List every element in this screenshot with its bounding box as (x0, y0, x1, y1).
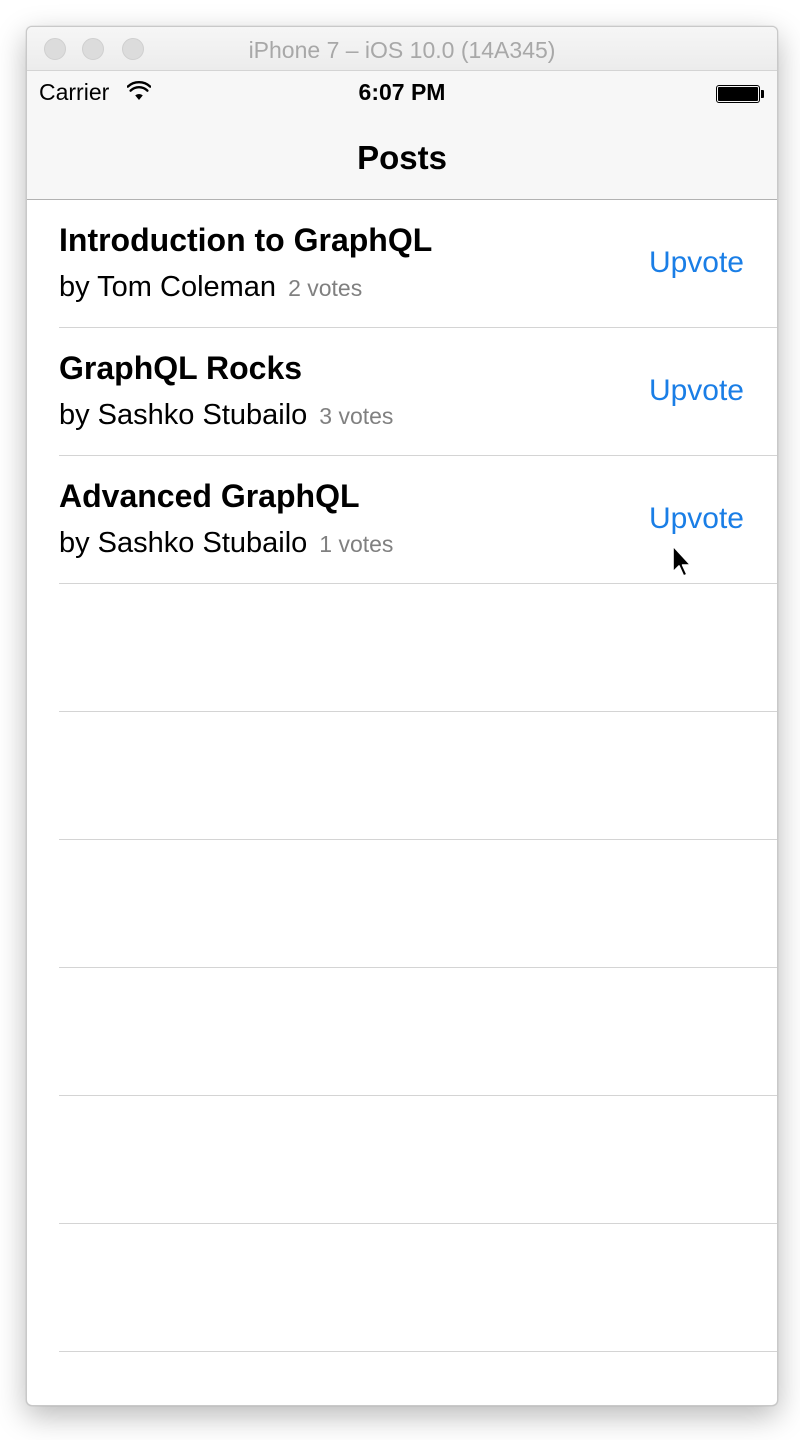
upvote-button[interactable]: Upvote (649, 374, 744, 408)
battery-icon (716, 85, 760, 103)
post-author: by Tom Coleman (59, 271, 277, 303)
post-meta: by Sashko Stubailo 1 votes (59, 527, 393, 560)
status-bar: Carrier 6:07 PM (27, 71, 777, 113)
empty-row (59, 584, 777, 712)
empty-row (59, 1096, 777, 1224)
post-row[interactable]: Advanced GraphQL by Sashko Stubailo 1 vot… (59, 456, 777, 584)
post-author: by Sashko Stubailo (59, 399, 308, 431)
post-row[interactable]: GraphQL Rocks by Sashko Stubailo 3 votes … (59, 328, 777, 456)
navigation-bar: Posts (27, 113, 777, 200)
upvote-button[interactable]: Upvote (649, 246, 744, 280)
post-votes: 2 votes (288, 275, 363, 301)
mouse-pointer-icon (672, 545, 692, 577)
post-row[interactable]: Introduction to GraphQL by Tom Coleman 2 … (59, 200, 777, 328)
post-meta: by Sashko Stubailo 3 votes (59, 399, 393, 432)
posts-table[interactable]: Introduction to GraphQL by Tom Coleman 2 … (27, 200, 777, 1352)
page-title: Posts (357, 139, 447, 176)
empty-row (59, 968, 777, 1096)
post-title: Introduction to GraphQL (59, 222, 433, 258)
empty-row (59, 840, 777, 968)
post-title: GraphQL Rocks (59, 350, 303, 386)
post-meta: by Tom Coleman 2 votes (59, 271, 362, 304)
window-titlebar: iPhone 7 – iOS 10.0 (14A345) (27, 27, 777, 71)
post-author: by Sashko Stubailo (59, 527, 308, 559)
post-title: Advanced GraphQL (59, 478, 360, 514)
post-votes: 1 votes (319, 531, 394, 557)
empty-row (59, 712, 777, 840)
window-title: iPhone 7 – iOS 10.0 (14A345) (248, 37, 556, 63)
empty-row (59, 1224, 777, 1352)
simulator-window: iPhone 7 – iOS 10.0 (14A345) Carrier 6:0… (26, 26, 778, 1406)
upvote-button[interactable]: Upvote (649, 502, 744, 536)
status-time: 6:07 PM (358, 79, 446, 105)
post-votes: 3 votes (319, 403, 394, 429)
battery-tip (761, 90, 764, 98)
battery-level-fill (718, 87, 758, 101)
